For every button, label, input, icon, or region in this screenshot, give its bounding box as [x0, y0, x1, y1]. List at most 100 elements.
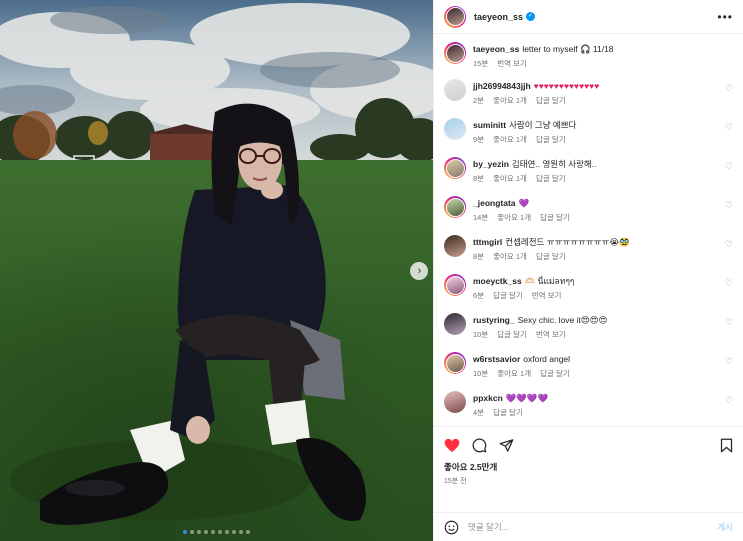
comment-row: moeyctk_ss 🫶🏻 นี่แม่ลทๆๆ 6분 답글 달기 번역 보기 ♡: [444, 274, 733, 301]
reply-button[interactable]: 답글 달기: [540, 212, 570, 223]
comment-likes[interactable]: 좋아요 1개: [497, 368, 531, 379]
caption-text: letter to myself 🎧 11/18: [522, 44, 614, 54]
carousel-dot: [211, 530, 215, 534]
reply-button[interactable]: 답글 달기: [536, 134, 566, 145]
commenter-avatar[interactable]: [444, 352, 466, 374]
commenter-username[interactable]: ppxkcn: [473, 393, 503, 403]
comment-like-icon[interactable]: ♡: [725, 278, 733, 289]
comment-row: by_yezin 김태연.. 영원히 사랑해.. 8분 좋아요 1개 답글 달기 ♡: [444, 157, 733, 184]
bookmark-icon[interactable]: [720, 438, 733, 453]
commenter-username[interactable]: suminitt: [473, 120, 506, 130]
verified-badge-icon: ✓: [526, 12, 536, 21]
comment-time: 14분: [473, 213, 489, 222]
commenter-avatar[interactable]: [444, 118, 466, 140]
comment-likes[interactable]: 좋아요 1개: [497, 212, 531, 223]
share-icon[interactable]: [499, 438, 514, 453]
post-photo[interactable]: ›: [0, 0, 433, 541]
comment-like-icon[interactable]: ♡: [725, 395, 733, 406]
comment-text: ♥♥♥♥♥♥♥♥♥♥♥♥♥: [533, 81, 600, 91]
carousel-dot: [225, 530, 229, 534]
reply-button[interactable]: 답글 달기: [540, 368, 570, 379]
carousel-dot: [183, 530, 187, 534]
post-actions: 좋아요 2.5만개 15분 전: [434, 426, 743, 512]
carousel-dot: [239, 530, 243, 534]
carousel-dot: [190, 530, 194, 534]
author-avatar[interactable]: [444, 5, 466, 28]
translate-link[interactable]: 번역 보기: [532, 290, 562, 301]
comment-text: 사람이 그냥 예쁘다: [509, 120, 577, 130]
translate-link[interactable]: 번역 보기: [536, 329, 566, 340]
caption-translate-link[interactable]: 번역 보기: [497, 58, 527, 69]
comment-like-icon[interactable]: ♡: [725, 200, 733, 211]
next-slide-button[interactable]: ›: [410, 262, 428, 280]
commenter-avatar[interactable]: [444, 235, 466, 257]
comment-like-icon[interactable]: ♡: [725, 239, 733, 250]
reply-button[interactable]: 답글 달기: [536, 251, 566, 262]
post-time: 15분 전: [444, 478, 467, 485]
author-username[interactable]: taeyeon_ss: [474, 12, 523, 22]
carousel-dot: [232, 530, 236, 534]
comment-text: 컨셉레전드 ㅠㅠㅠㅠㅠㅠㅠㅠ😭🥸: [505, 237, 630, 247]
comment-likes[interactable]: 좋아요 1개: [493, 251, 527, 262]
post-comment-button[interactable]: 게시: [717, 521, 733, 533]
carousel-dot: [246, 530, 250, 534]
comment-row: w6rstsavior oxford angel 10분 좋아요 1개 답글 달기 ♡: [444, 352, 733, 379]
photo-scene: [0, 0, 433, 541]
commenter-avatar[interactable]: [444, 313, 466, 335]
comment-text: 김태연.. 영원히 사랑해..: [511, 159, 597, 169]
caption-username[interactable]: taeyeon_ss: [473, 44, 519, 54]
carousel-dot: [197, 530, 201, 534]
reply-button[interactable]: 답글 달기: [536, 173, 566, 184]
comment-time: 10분: [473, 330, 489, 339]
comment-likes[interactable]: 좋아요 1개: [493, 95, 527, 106]
caption-time: 15분: [473, 59, 489, 68]
add-comment-bar: 게시: [434, 512, 743, 541]
comment-text: 💜💜💜💜: [505, 393, 549, 403]
comment-like-icon[interactable]: ♡: [725, 83, 733, 94]
commenter-avatar[interactable]: [444, 274, 466, 296]
like-count[interactable]: 좋아요 2.5만개: [444, 461, 733, 473]
comment-input[interactable]: [468, 522, 718, 532]
reply-button[interactable]: 답글 달기: [493, 290, 523, 301]
commenter-avatar[interactable]: [444, 79, 466, 101]
caption-avatar[interactable]: [444, 42, 466, 64]
commenter-avatar[interactable]: [444, 391, 466, 413]
comment-time: 4분: [473, 408, 485, 417]
comment-text: oxford angel: [523, 354, 571, 364]
commenter-username[interactable]: w6rstsavior: [473, 354, 520, 364]
reply-button[interactable]: 답글 달기: [493, 407, 523, 418]
post-modal: › taeyeon_ss ✓ ••• taeyeon_ss letter to m…: [0, 0, 743, 541]
commenter-avatar[interactable]: [444, 157, 466, 179]
comment-row: _jeongtata 💜 14분 좋아요 1개 답글 달기 ♡: [444, 196, 733, 223]
comment-row: rustyring_ Sexy chic. love it😍😍😍 10분 답글 달기 번…: [444, 313, 733, 340]
comment-like-icon[interactable]: ♡: [725, 161, 733, 172]
commenter-username[interactable]: jjh26994843jjh: [473, 81, 531, 91]
post-header: taeyeon_ss ✓ •••: [434, 0, 743, 34]
comment-row: tttmgirl 컨셉레전드 ㅠㅠㅠㅠㅠㅠㅠㅠ😭🥸 8분 좋아요 1개 답글 달기 ♡: [444, 235, 733, 262]
commenter-username[interactable]: _jeongtata: [473, 198, 516, 208]
commenter-username[interactable]: moeyctk_ss: [473, 276, 522, 286]
commenter-username[interactable]: rustyring_: [473, 315, 515, 325]
commenter-username[interactable]: by_yezin: [473, 159, 509, 169]
comment-time: 8분: [473, 174, 485, 183]
comment-like-icon[interactable]: ♡: [725, 356, 733, 367]
emoji-icon[interactable]: [444, 520, 459, 535]
commenter-avatar[interactable]: [444, 196, 466, 218]
commenter-username[interactable]: tttmgirl: [473, 237, 502, 247]
more-options-icon[interactable]: •••: [717, 10, 733, 24]
caption: taeyeon_ss letter to myself 🎧 11/18 15분 번…: [444, 42, 733, 69]
comment-icon[interactable]: [472, 438, 487, 453]
heart-filled-icon[interactable]: [444, 438, 460, 453]
chevron-right-icon: ›: [417, 264, 422, 277]
comment-time: 10분: [473, 369, 489, 378]
comment-likes[interactable]: 좋아요 1개: [493, 173, 527, 184]
comment-like-icon[interactable]: ♡: [725, 122, 733, 133]
comment-likes[interactable]: 좋아요 1개: [493, 134, 527, 145]
carousel-dot: [204, 530, 208, 534]
comment-time: 6분: [473, 291, 485, 300]
comments-list[interactable]: taeyeon_ss letter to myself 🎧 11/18 15분 번…: [434, 34, 743, 426]
reply-button[interactable]: 답글 달기: [497, 329, 527, 340]
comment-text: 🫶🏻 นี่แม่ลทๆๆ: [524, 276, 575, 286]
reply-button[interactable]: 답글 달기: [536, 95, 566, 106]
comment-like-icon[interactable]: ♡: [725, 317, 733, 328]
